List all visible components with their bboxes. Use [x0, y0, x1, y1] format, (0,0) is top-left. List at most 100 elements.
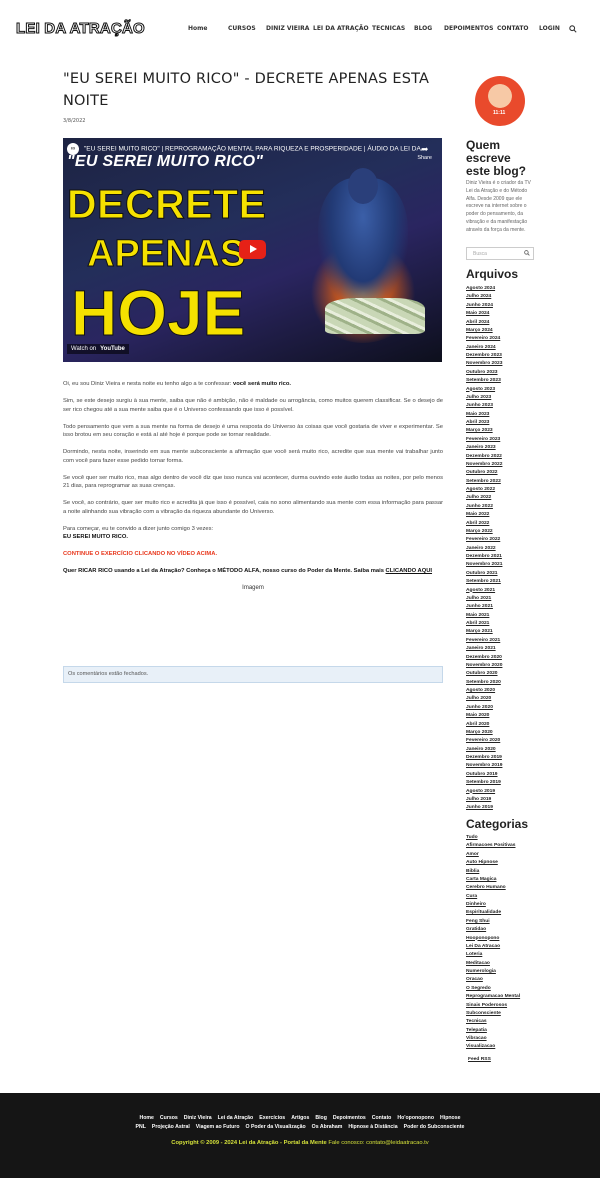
category-link[interactable]: Lei Da Atracao [466, 943, 520, 951]
archive-link[interactable]: Novembro 2022 [466, 461, 502, 469]
archive-link[interactable]: Agosto 2024 [466, 285, 502, 293]
footer-link[interactable]: Blog [315, 1115, 327, 1121]
category-link[interactable]: Cura [466, 893, 520, 901]
archive-link[interactable]: Novembro 2021 [466, 561, 502, 569]
category-link[interactable]: Cerebro Humano [466, 884, 520, 892]
archive-link[interactable]: Julho 2024 [466, 293, 502, 301]
archive-link[interactable]: Abril 2023 [466, 419, 502, 427]
play-icon[interactable] [239, 240, 266, 259]
category-link[interactable]: Sinais Poderosos [466, 1002, 520, 1010]
category-link[interactable]: Numerologia [466, 968, 520, 976]
archive-link[interactable]: Julho 2023 [466, 394, 502, 402]
archive-link[interactable]: Agosto 2023 [466, 386, 502, 394]
nav-cursos[interactable]: CURSOS [228, 25, 266, 32]
archive-link[interactable]: Janeiro 2020 [466, 746, 502, 754]
category-link[interactable]: Espiritualidade [466, 909, 520, 917]
archive-link[interactable]: Fevereiro 2024 [466, 335, 502, 343]
archive-link[interactable]: Março 2020 [466, 729, 502, 737]
category-link[interactable]: Biblia [466, 868, 520, 876]
nav-home[interactable]: Home [188, 25, 228, 32]
category-link[interactable]: Oracao [466, 976, 520, 984]
archive-link[interactable]: Fevereiro 2021 [466, 637, 502, 645]
share-button[interactable]: ➦ Share [417, 144, 432, 161]
category-link[interactable]: Telepatia [466, 1027, 520, 1035]
search-input[interactable]: Busca [466, 247, 534, 260]
archive-link[interactable]: Agosto 2022 [466, 486, 502, 494]
archive-link[interactable]: Janeiro 2021 [466, 645, 502, 653]
archive-link[interactable]: Setembro 2019 [466, 779, 502, 787]
archive-link[interactable]: Abril 2024 [466, 319, 502, 327]
archive-link[interactable]: Abril 2020 [466, 721, 502, 729]
category-link[interactable]: O Segredo [466, 985, 520, 993]
archive-link[interactable]: Setembro 2020 [466, 679, 502, 687]
archive-link[interactable]: Setembro 2023 [466, 377, 502, 385]
archive-link[interactable]: Junho 2020 [466, 704, 502, 712]
archive-link[interactable]: Fevereiro 2023 [466, 436, 502, 444]
archive-link[interactable]: Novembro 2023 [466, 360, 502, 368]
archive-link[interactable]: Dezembro 2021 [466, 553, 502, 561]
footer-link[interactable]: Viagem ao Futuro [196, 1124, 240, 1130]
category-link[interactable]: Vibracao [466, 1035, 520, 1043]
archive-link[interactable]: Maio 2020 [466, 712, 502, 720]
category-link[interactable]: Tudo [466, 834, 520, 842]
archive-link[interactable]: Julho 2019 [466, 796, 502, 804]
category-link[interactable]: Tecnicas [466, 1018, 520, 1026]
archive-link[interactable]: Agosto 2021 [466, 587, 502, 595]
category-link[interactable]: Meditacao [466, 960, 520, 968]
archive-link[interactable]: Outubro 2022 [466, 469, 502, 477]
archive-link[interactable]: Janeiro 2023 [466, 444, 502, 452]
feed-rss-link[interactable]: Feed RSS [468, 1057, 491, 1062]
archive-link[interactable]: Junho 2024 [466, 302, 502, 310]
footer-link[interactable]: Home [140, 1115, 154, 1121]
archive-link[interactable]: Outubro 2020 [466, 670, 502, 678]
archive-link[interactable]: Maio 2024 [466, 310, 502, 318]
category-link[interactable]: Dinheiro [466, 901, 520, 909]
archive-link[interactable]: Fevereiro 2020 [466, 737, 502, 745]
footer-link[interactable]: O Poder da Visualização [246, 1124, 306, 1130]
footer-link[interactable]: Hipnose [440, 1115, 460, 1121]
watch-on-youtube[interactable]: Watch on YouTube [67, 344, 129, 354]
archive-link[interactable]: Maio 2021 [466, 612, 502, 620]
search-icon[interactable] [569, 25, 577, 33]
archive-link[interactable]: Junho 2019 [466, 804, 502, 812]
archive-link[interactable]: Novembro 2019 [466, 762, 502, 770]
category-link[interactable]: Afirmacoes Positivas [466, 842, 520, 850]
category-link[interactable]: Auto Hipnose [466, 859, 520, 867]
archive-link[interactable]: Julho 2020 [466, 695, 502, 703]
footer-link[interactable]: Os Abraham [312, 1124, 343, 1130]
archive-link[interactable]: Junho 2021 [466, 603, 502, 611]
archive-link[interactable]: Março 2021 [466, 628, 502, 636]
footer-link[interactable]: Contato [372, 1115, 392, 1121]
footer-link[interactable]: Artigos [291, 1115, 309, 1121]
nav-login[interactable]: LOGIN [539, 25, 567, 32]
nav-depoimentos[interactable]: DEPOIMENTOS [444, 25, 497, 32]
archive-link[interactable]: Março 2024 [466, 327, 502, 335]
footer-link[interactable]: Ho'oponopono [397, 1115, 434, 1121]
category-link[interactable]: Visualizacao [466, 1043, 520, 1051]
archive-link[interactable]: Julho 2022 [466, 494, 502, 502]
category-link[interactable]: Gratidao [466, 926, 520, 934]
archive-link[interactable]: Dezembro 2023 [466, 352, 502, 360]
category-link[interactable]: Hooponopono [466, 935, 520, 943]
category-link[interactable]: Subconsciente [466, 1010, 520, 1018]
archive-link[interactable]: Agosto 2020 [466, 687, 502, 695]
footer-link[interactable]: PNL [136, 1124, 146, 1130]
nav-lei-da-atracao[interactable]: LEI DA ATRAÇÃO [313, 25, 372, 32]
category-link[interactable]: Carta Magica [466, 876, 520, 884]
archive-link[interactable]: Outubro 2019 [466, 771, 502, 779]
archive-link[interactable]: Abril 2022 [466, 520, 502, 528]
category-link[interactable]: Reprogramacao Mental [466, 993, 520, 1001]
footer-link[interactable]: Projeção Astral [152, 1124, 190, 1130]
nav-tecnicas[interactable]: TECNICAS [372, 25, 414, 32]
archive-link[interactable]: Agosto 2019 [466, 788, 502, 796]
contact-text[interactable]: Fale conosco: contato@leidaatracao.tv [327, 1140, 428, 1146]
footer-link[interactable]: Lei da Atração [218, 1115, 254, 1121]
archive-link[interactable]: Setembro 2021 [466, 578, 502, 586]
archive-link[interactable]: Novembro 2020 [466, 662, 502, 670]
archive-link[interactable]: Março 2022 [466, 528, 502, 536]
archive-link[interactable]: Outubro 2023 [466, 369, 502, 377]
archive-link[interactable]: Julho 2021 [466, 595, 502, 603]
archive-link[interactable]: Junho 2023 [466, 402, 502, 410]
category-link[interactable]: Amor [466, 851, 520, 859]
nav-blog[interactable]: BLOG [414, 25, 444, 32]
